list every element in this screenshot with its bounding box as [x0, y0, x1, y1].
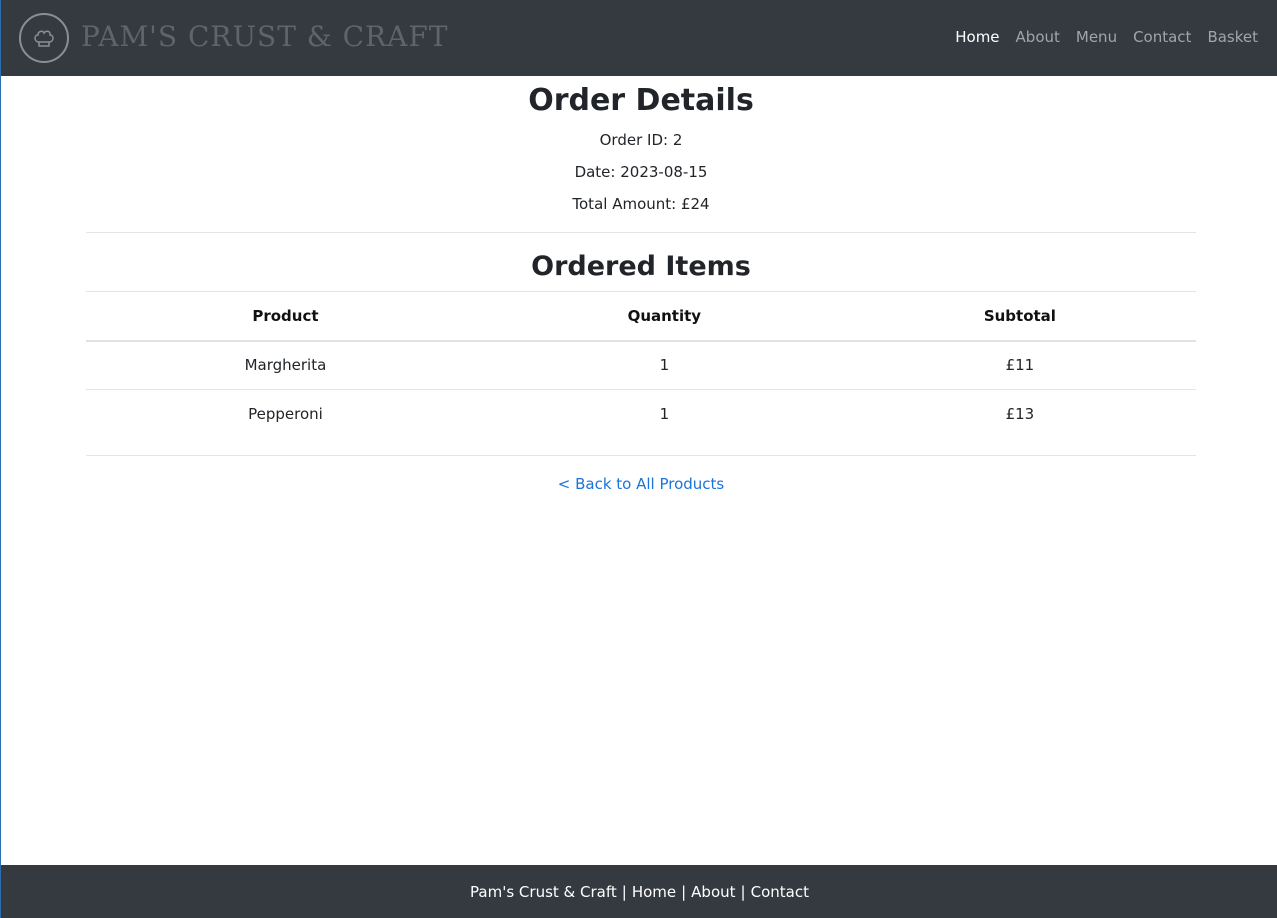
cell-quantity: 1	[659, 356, 670, 375]
table-row: Margherita 1 £11	[86, 341, 1196, 390]
table-row: Pepperoni 1 £13	[86, 390, 1196, 439]
cell-product: Pepperoni	[248, 405, 323, 424]
cell-quantity: 1	[659, 405, 670, 424]
back-to-products-link[interactable]: < Back to All Products	[558, 475, 724, 493]
main-content: Order Details Order ID: 2 Date: 2023-08-…	[86, 76, 1196, 493]
footer: Pam's Crust & Craft | Home | About | Con…	[1, 865, 1277, 918]
cell-subtotal: £13	[1005, 405, 1035, 424]
brand-name[interactable]: PAM'S CRUST & CRAFT	[81, 20, 448, 53]
footer-separator: |	[681, 882, 687, 901]
footer-contact-link[interactable]: Contact	[751, 883, 809, 901]
column-header-quantity: Quantity	[627, 306, 702, 325]
nav-menu[interactable]: Menu	[1076, 28, 1117, 46]
order-total: Total Amount: £24	[572, 195, 710, 213]
logo[interactable]	[19, 13, 69, 63]
order-id: Order ID: 2	[599, 131, 683, 149]
divider	[86, 454, 1196, 456]
cell-subtotal: £11	[1005, 356, 1035, 375]
nav-home[interactable]: Home	[955, 28, 999, 46]
table-header-row: Product Quantity Subtotal	[86, 291, 1196, 341]
column-header-subtotal: Subtotal	[983, 306, 1056, 325]
column-header-product: Product	[252, 306, 319, 325]
order-date: Date: 2023-08-15	[574, 163, 708, 181]
page-title: Order Details	[528, 83, 754, 118]
top-navbar: PAM'S CRUST & CRAFT Home About Menu Cont…	[1, 0, 1277, 76]
footer-brand-link[interactable]: Pam's Crust & Craft	[470, 883, 617, 901]
nav-about[interactable]: About	[1016, 28, 1060, 46]
footer-separator: |	[621, 882, 627, 901]
footer-separator: |	[740, 882, 746, 901]
footer-about-link[interactable]: About	[691, 883, 735, 901]
main-nav: Home About Menu Contact Basket	[955, 28, 1258, 46]
chef-hat-icon	[34, 30, 54, 47]
order-meta: Order ID: 2 Date: 2023-08-15 Total Amoun…	[86, 130, 1196, 214]
nav-basket[interactable]: Basket	[1207, 28, 1258, 46]
cell-product: Margherita	[244, 356, 327, 375]
section-title: Ordered Items	[531, 251, 751, 282]
divider	[86, 232, 1196, 233]
nav-contact[interactable]: Contact	[1133, 28, 1191, 46]
footer-home-link[interactable]: Home	[632, 883, 676, 901]
ordered-items-table: Product Quantity Subtotal Margherita 1 £…	[86, 291, 1196, 439]
